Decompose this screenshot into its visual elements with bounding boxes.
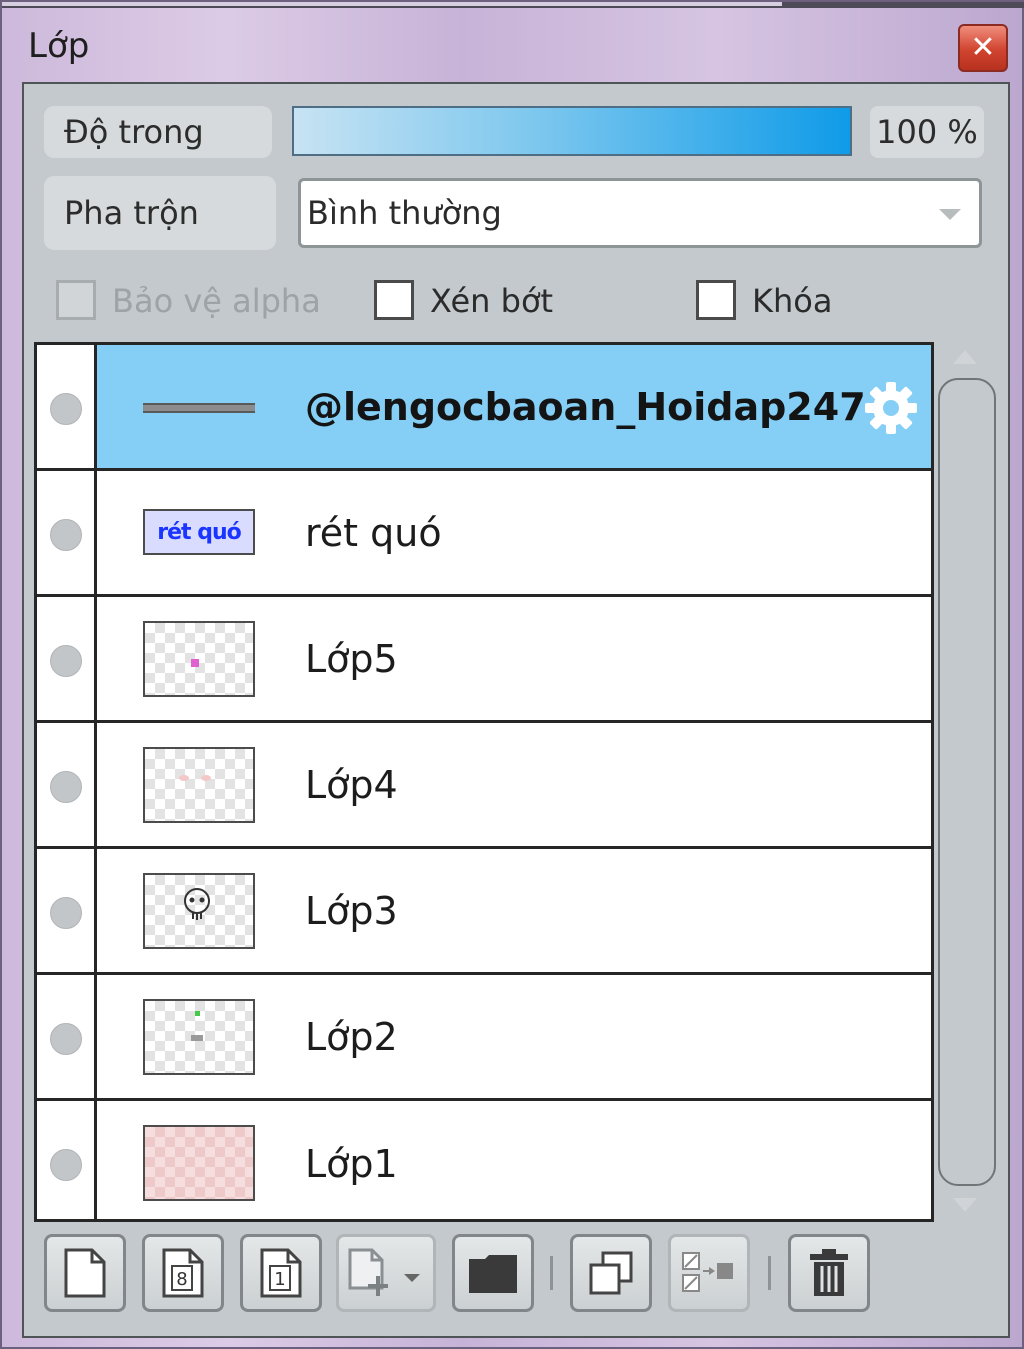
trash-icon [810, 1249, 848, 1296]
visibility-dot-icon [50, 1023, 82, 1055]
lock-label: Khóa [752, 282, 833, 320]
layer-name: Lớp2 [305, 1014, 398, 1059]
new-1bit-layer-button[interactable]: 1 [240, 1234, 322, 1312]
layer-row[interactable]: Lớp1 [37, 1101, 931, 1219]
gear-icon[interactable] [861, 378, 921, 438]
chevron-down-icon [939, 209, 961, 220]
scroll-up-arrow-icon[interactable] [953, 350, 977, 364]
layer-name: Lớp3 [305, 888, 398, 933]
layer-row[interactable]: Lớp4 [37, 723, 931, 849]
merge-down-button[interactable] [668, 1234, 750, 1312]
new-folder-button[interactable] [452, 1234, 534, 1312]
merge-down-icon [682, 1252, 733, 1292]
scrollbar-thumb[interactable] [938, 378, 996, 1186]
new-1bit-label: 1 [274, 1269, 285, 1290]
opacity-slider[interactable] [292, 106, 852, 156]
blend-mode-select[interactable]: Bình thường [298, 178, 982, 248]
delete-layer-button[interactable] [788, 1234, 870, 1312]
layer-thumbnail [143, 403, 255, 413]
layer-thumbnail [143, 873, 255, 949]
layer-row[interactable]: Lớp2 [37, 975, 931, 1101]
protect-alpha-checkbox[interactable] [56, 280, 96, 320]
blend-label: Pha trộn [44, 176, 276, 250]
visibility-toggle[interactable] [37, 849, 97, 972]
layer-name: Lớp4 [305, 762, 398, 807]
layer-row[interactable]: Lớp5 [37, 597, 931, 723]
visibility-dot-icon [50, 771, 82, 803]
protect-alpha-label: Bảo vệ alpha [112, 282, 321, 320]
close-icon: ✕ [970, 30, 996, 65]
folder-icon [469, 1255, 517, 1293]
toolbar-separator [550, 1256, 553, 1290]
visibility-toggle[interactable] [37, 975, 97, 1098]
layer-thumbnail [143, 747, 255, 823]
layer-name: @lengocbaoan_Hoidap247 [305, 384, 866, 429]
visibility-toggle[interactable] [37, 345, 97, 468]
opacity-value[interactable]: 100 % [870, 106, 984, 158]
layer-window: Lớp ✕ Độ trong 100 % Pha trộn Bình thườn… [0, 0, 1024, 1349]
layer-thumbnail [143, 621, 255, 697]
add-layer-dropdown-button[interactable] [336, 1234, 436, 1312]
visibility-dot-icon [50, 1149, 82, 1181]
layer-thumbnail: rét quó [143, 509, 255, 555]
duplicate-layer-icon [589, 1251, 633, 1295]
lock-checkbox[interactable] [696, 280, 736, 320]
visibility-toggle[interactable] [37, 1101, 97, 1219]
blend-mode-value: Bình thường [307, 194, 502, 232]
visibility-dot-icon [50, 897, 82, 929]
toolbar-separator [768, 1256, 771, 1290]
layer-name: Lớp1 [305, 1142, 398, 1186]
opacity-label: Độ trong [44, 106, 272, 158]
add-layer-dropdown-icon [348, 1248, 420, 1296]
layer-name: rét quó [305, 510, 442, 555]
visibility-toggle[interactable] [37, 471, 97, 594]
new-8bit-layer-icon: 8 [162, 1248, 204, 1298]
window-title: Lớp [28, 26, 90, 66]
visibility-dot-icon [50, 519, 82, 551]
visibility-dot-icon [50, 393, 82, 425]
clip-label: Xén bớt [430, 282, 554, 320]
window-top-edge [2, 2, 1024, 8]
layer-list: @lengocbaoan_Hoidap247 rét quó rét quó L… [34, 342, 934, 1222]
new-layer-icon [64, 1248, 106, 1298]
layer-thumbnail [143, 1125, 255, 1201]
new-layer-button[interactable] [44, 1234, 126, 1312]
scroll-down-arrow-icon[interactable] [953, 1198, 977, 1212]
duplicate-layer-button[interactable] [570, 1234, 652, 1312]
visibility-toggle[interactable] [37, 723, 97, 846]
layer-thumbnail [143, 999, 255, 1075]
layer-row[interactable]: @lengocbaoan_Hoidap247 [37, 345, 931, 471]
clip-checkbox[interactable] [374, 280, 414, 320]
close-button[interactable]: ✕ [958, 24, 1008, 72]
layer-row[interactable]: Lớp3 [37, 849, 931, 975]
new-8bit-layer-button[interactable]: 8 [142, 1234, 224, 1312]
new-8bit-label: 8 [176, 1269, 187, 1290]
visibility-dot-icon [50, 645, 82, 677]
new-1bit-layer-icon: 1 [260, 1248, 302, 1298]
visibility-toggle[interactable] [37, 597, 97, 720]
layer-name: Lớp5 [305, 636, 398, 681]
layer-row[interactable]: rét quó rét quó [37, 471, 931, 597]
